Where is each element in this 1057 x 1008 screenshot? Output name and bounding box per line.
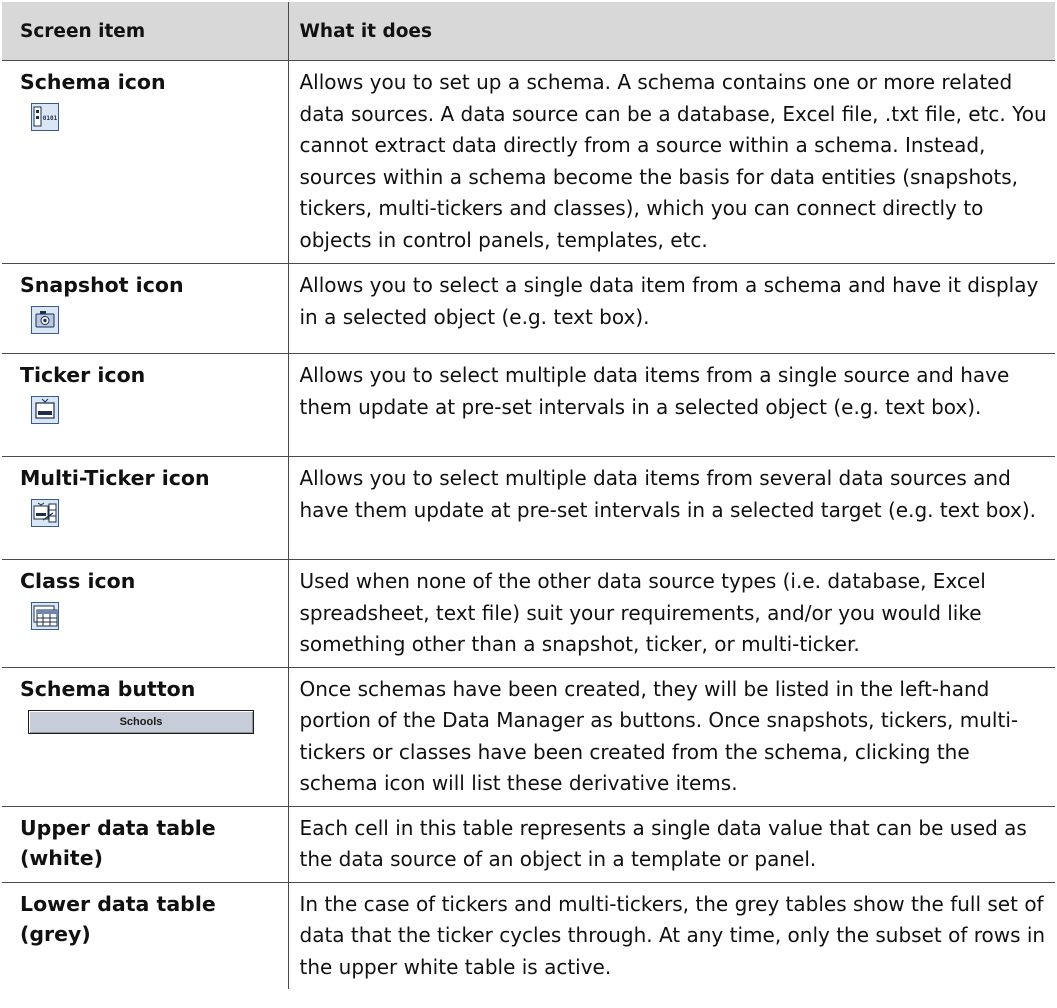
table-row: Lower data table (grey) In the case of t… bbox=[2, 882, 1055, 989]
description-cell: Used when none of the other data source … bbox=[287, 559, 1055, 668]
description-cell: Allows you to select multiple data items… bbox=[287, 353, 1055, 457]
screen-item-name: Class icon bbox=[20, 569, 136, 593]
table-row: Schema icon 0101 Allows you to set up a … bbox=[2, 60, 1055, 264]
screen-item-name: Multi-Ticker icon bbox=[20, 466, 210, 490]
svg-text:0101: 0101 bbox=[43, 115, 58, 122]
table-row: Upper data table (white) Each cell in th… bbox=[2, 806, 1055, 883]
column-header-what-it-does: What it does bbox=[287, 2, 1055, 61]
table-row: Class icon Used when none of the other d… bbox=[2, 559, 1055, 668]
screen-item-cell: Upper data table (white) bbox=[2, 806, 288, 883]
screen-item-cell: Ticker icon bbox=[2, 353, 288, 457]
table-row: Multi-Ticker icon Allows you to select m… bbox=[2, 456, 1055, 560]
class-icon bbox=[31, 602, 59, 630]
description-cell: Allows you to select a single data item … bbox=[287, 263, 1055, 354]
table-row: Snapshot icon Allows you to select a sin… bbox=[2, 263, 1055, 354]
column-header-screen-item: Screen item bbox=[2, 2, 288, 61]
description-cell: Allows you to set up a schema. A schema … bbox=[287, 60, 1055, 264]
table-header-row: Screen item What it does bbox=[2, 2, 1055, 61]
screen-item-name: Lower data table (grey) bbox=[20, 891, 216, 946]
description-cell: In the case of tickers and multi-tickers… bbox=[287, 882, 1055, 989]
table-row: Ticker icon Allows you to select multipl… bbox=[2, 353, 1055, 457]
multi-ticker-icon bbox=[31, 499, 59, 527]
schema-icon: 0101 bbox=[31, 103, 59, 131]
ticker-icon bbox=[31, 396, 59, 424]
screen-item-cell: Class icon bbox=[2, 559, 288, 668]
screen-item-name: Schema button bbox=[20, 676, 196, 701]
screen-item-cell: Multi-Ticker icon bbox=[2, 456, 288, 560]
screen-items-table: Screen item What it does Schema icon 010… bbox=[2, 2, 1055, 989]
schools-schema-button[interactable]: Schools bbox=[28, 709, 254, 734]
screen-item-cell: Schema button Schools bbox=[2, 667, 288, 807]
screen-item-name: Schema icon bbox=[20, 70, 166, 94]
camera-icon bbox=[31, 306, 59, 334]
screen-item-name: Ticker icon bbox=[20, 363, 146, 387]
description-cell: Each cell in this table represents a sin… bbox=[287, 806, 1055, 883]
screen-item-cell: Snapshot icon bbox=[2, 263, 288, 354]
screen-item-cell: Lower data table (grey) bbox=[2, 882, 288, 989]
table-row: Schema button Schools Once schemas have … bbox=[2, 667, 1055, 807]
screen-item-cell: Schema icon 0101 bbox=[2, 60, 288, 264]
description-cell: Once schemas have been created, they wil… bbox=[287, 667, 1055, 807]
screen-item-name: Snapshot icon bbox=[20, 273, 184, 297]
description-cell: Allows you to select multiple data items… bbox=[287, 456, 1055, 560]
screen-item-name: Upper data table (white) bbox=[20, 815, 216, 870]
